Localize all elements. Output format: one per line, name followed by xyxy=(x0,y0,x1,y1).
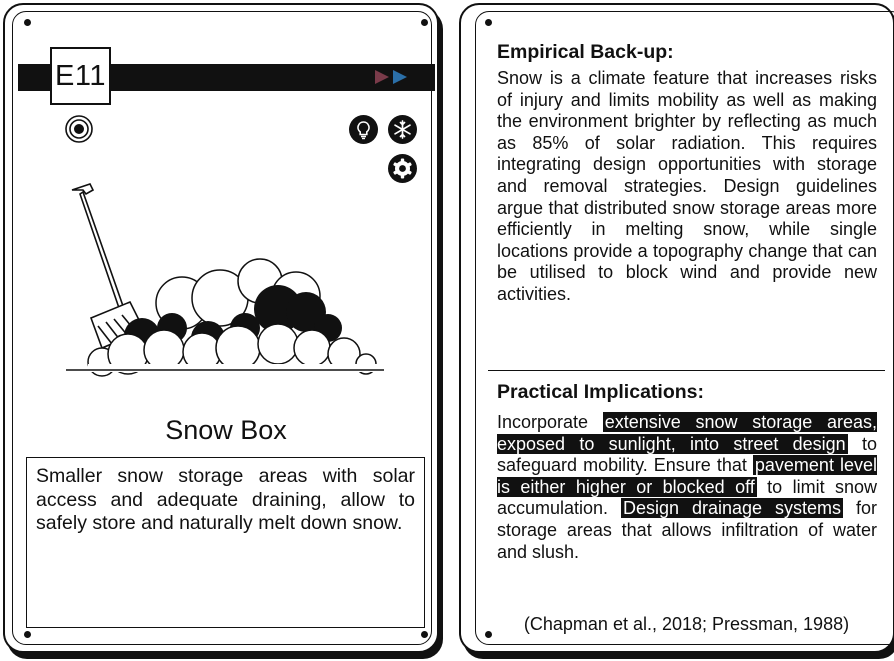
practical-heading: Practical Implications: xyxy=(497,381,704,403)
highlighted-phrase: Design drainage systems xyxy=(621,498,844,519)
reference-citation: (Chapman et al., 2018; Pressman, 1988) xyxy=(523,614,850,634)
card-description: Smaller snow storage areas with solar ac… xyxy=(26,457,425,628)
practical-text: Incorporate extensive snow storage areas… xyxy=(497,412,877,563)
practical-text-segment: Incorporate xyxy=(497,412,603,432)
corner-dot xyxy=(485,19,492,26)
empirical-heading: Empirical Back-up: xyxy=(497,41,674,63)
snowflake-icon xyxy=(388,115,417,144)
empirical-text: Snow is a climate feature that increases… xyxy=(497,68,877,304)
gear-icon xyxy=(388,154,417,183)
corner-dot xyxy=(24,19,31,26)
card-code: E11 xyxy=(50,47,111,105)
corner-dot xyxy=(421,19,428,26)
corner-dot xyxy=(24,631,31,638)
corner-dot xyxy=(421,631,428,638)
play-arrow-blue-icon xyxy=(393,70,407,84)
play-arrow-red-icon xyxy=(375,70,389,84)
card-title: Snow Box xyxy=(165,415,287,445)
lightbulb-icon xyxy=(349,115,378,144)
target-icon xyxy=(65,115,93,143)
snow-pile-shovel-illustration xyxy=(66,183,384,377)
section-divider xyxy=(488,370,885,371)
